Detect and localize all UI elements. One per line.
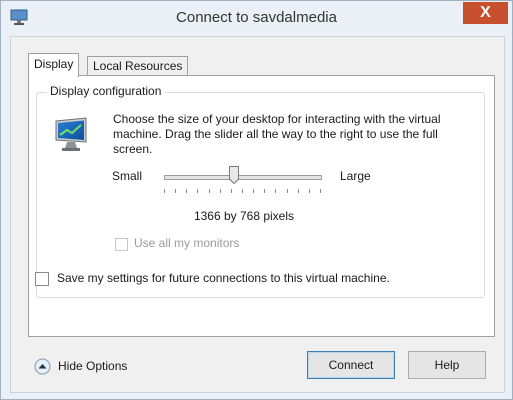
slider-tick <box>209 189 210 193</box>
window-title: Connect to savdalmedia <box>176 9 337 26</box>
help-button[interactable]: Help <box>408 351 486 379</box>
close-button[interactable]: X <box>463 2 508 24</box>
slider-tick <box>287 189 288 193</box>
resolution-slider-thumb[interactable] <box>229 166 240 184</box>
slider-tick <box>231 189 232 193</box>
slider-tick <box>253 189 254 193</box>
display-configuration-group: Display configuration Choose the size of… <box>36 84 485 298</box>
hide-options-link[interactable]: Hide Options <box>58 359 127 373</box>
slider-max-label: Large <box>340 169 371 183</box>
use-all-monitors-label: Use all my monitors <box>134 236 240 250</box>
display-description: Choose the size of your desktop for inte… <box>113 112 441 156</box>
slider-tick <box>309 189 310 193</box>
slider-tick <box>298 189 299 193</box>
dialog-window: Connect to savdalmedia X Display Local R… <box>0 0 513 400</box>
save-settings-label: Save my settings for future connections … <box>57 271 390 285</box>
use-all-monitors-checkbox[interactable] <box>115 238 128 251</box>
slider-tick <box>320 189 321 193</box>
monitor-icon <box>55 117 87 151</box>
chevron-up-circle-icon[interactable] <box>34 358 51 375</box>
group-title: Display configuration <box>47 84 165 98</box>
slider-tick <box>197 189 198 193</box>
title-bar[interactable]: Connect to savdalmedia X <box>1 1 512 35</box>
tab-local-resources[interactable]: Local Resources <box>87 56 189 76</box>
slider-tick <box>186 189 187 193</box>
connect-button[interactable]: Connect <box>307 351 395 379</box>
slider-tick <box>175 189 176 193</box>
dialog-body: Display Local Resources Display configur… <box>10 36 505 393</box>
slider-ticks <box>164 189 322 195</box>
slider-tick <box>220 189 221 193</box>
slider-min-label: Small <box>112 169 143 183</box>
resolution-slider-track[interactable] <box>164 175 322 180</box>
slider-tick <box>275 189 276 193</box>
display-panel: Display configuration Choose the size of… <box>28 75 495 337</box>
slider-tick <box>264 189 265 193</box>
save-settings-checkbox[interactable] <box>35 272 49 286</box>
slider-tick <box>242 189 243 193</box>
tab-display[interactable]: Display <box>28 53 80 77</box>
slider-tick <box>164 189 165 193</box>
resolution-readout: 1366 by 768 pixels <box>193 209 295 223</box>
